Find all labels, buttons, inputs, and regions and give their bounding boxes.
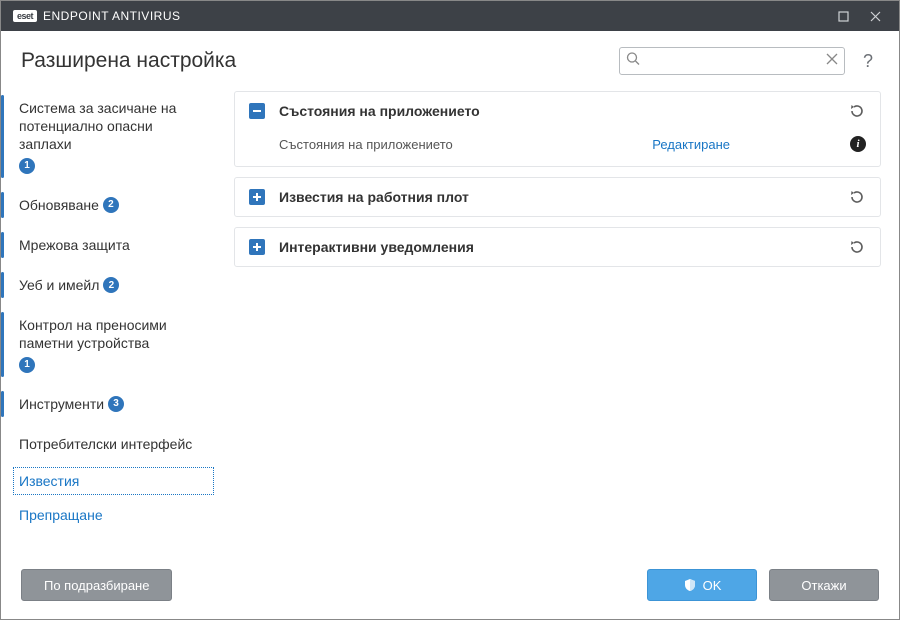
maximize-button[interactable]	[827, 1, 859, 31]
badge-count: 3	[108, 396, 124, 412]
panel-body: Състояния на приложението Редактиране i	[235, 130, 880, 166]
page-title: Разширена настройка	[21, 49, 607, 73]
sidebar-item-label: Потребителски интерфейс	[19, 435, 192, 453]
sidebar-item-ui[interactable]: Потребителски интерфейс	[19, 427, 214, 461]
search-input[interactable]	[619, 47, 845, 75]
sidebar-item-label: Мрежова защита	[19, 236, 130, 254]
badge-count: 1	[19, 158, 35, 174]
sidebar: Система за засичане на потенциално опасн…	[1, 91, 226, 555]
close-button[interactable]	[859, 1, 891, 31]
panel-title: Състояния на приложението	[279, 103, 834, 119]
sidebar-item-label: Обновяване	[19, 196, 99, 214]
sidebar-sub-forwarding[interactable]: Препращане	[19, 501, 214, 529]
sidebar-item-label: Уеб и имейл	[19, 276, 99, 294]
shield-icon	[683, 578, 697, 592]
panel-title: Известия на работния плот	[279, 189, 834, 205]
clear-search-icon[interactable]	[826, 52, 838, 70]
sidebar-item-removable[interactable]: Контрол на преносими паметни устройства …	[19, 308, 214, 380]
revert-icon[interactable]	[848, 238, 866, 256]
panel-title: Интерактивни уведомления	[279, 239, 834, 255]
revert-icon[interactable]	[848, 188, 866, 206]
sidebar-item-detection[interactable]: Система за засичане на потенциално опасн…	[19, 91, 214, 182]
badge-count: 1	[19, 357, 35, 373]
revert-icon[interactable]	[848, 102, 866, 120]
panel-app-states: Състояния на приложението Състояния на п…	[234, 91, 881, 167]
ok-label: OK	[703, 578, 722, 593]
help-button[interactable]: ?	[857, 51, 879, 72]
edit-link[interactable]: Редактиране	[652, 137, 730, 152]
sidebar-item-label: Система за засичане на потенциално опасн…	[19, 99, 206, 154]
sidebar-item-network[interactable]: Мрежова защита	[19, 228, 214, 262]
info-icon[interactable]: i	[850, 136, 866, 152]
sidebar-item-tools[interactable]: Инструменти 3	[19, 387, 214, 421]
ok-button[interactable]: OK	[647, 569, 757, 601]
badge-count: 2	[103, 197, 119, 213]
sidebar-sub-notifications[interactable]: Известия	[13, 467, 214, 495]
header: Разширена настройка ?	[1, 31, 899, 91]
panel-desktop-notifications: Известия на работния плот	[234, 177, 881, 217]
sidebar-item-label: Контрол на преносими паметни устройства	[19, 316, 206, 352]
brand-title: ENDPOINT ANTIVIRUS	[43, 9, 180, 23]
collapse-icon	[249, 103, 265, 119]
sidebar-item-webmail[interactable]: Уеб и имейл 2	[19, 268, 214, 302]
sidebar-item-label: Инструменти	[19, 395, 104, 413]
main-area: Състояния на приложението Състояния на п…	[226, 91, 881, 555]
expand-icon	[249, 239, 265, 255]
defaults-button[interactable]: По подразбиране	[21, 569, 172, 601]
search-icon	[626, 52, 640, 71]
titlebar: eset ENDPOINT ANTIVIRUS	[1, 1, 899, 31]
footer: По подразбиране OK Откажи	[1, 555, 899, 619]
sidebar-item-update[interactable]: Обновяване 2	[19, 188, 214, 222]
expand-icon	[249, 189, 265, 205]
search-wrap	[619, 47, 845, 75]
brand-badge: eset	[13, 10, 37, 22]
badge-count: 2	[103, 277, 119, 293]
panel-header[interactable]: Известия на работния плот	[235, 178, 880, 216]
panel-interactive-alerts: Интерактивни уведомления	[234, 227, 881, 267]
panel-header[interactable]: Състояния на приложението	[235, 92, 880, 130]
brand: eset ENDPOINT ANTIVIRUS	[13, 9, 180, 23]
content: Система за засичане на потенциално опасн…	[1, 91, 899, 555]
panel-header[interactable]: Интерактивни уведомления	[235, 228, 880, 266]
cancel-button[interactable]: Откажи	[769, 569, 879, 601]
row-label: Състояния на приложението	[279, 137, 652, 152]
